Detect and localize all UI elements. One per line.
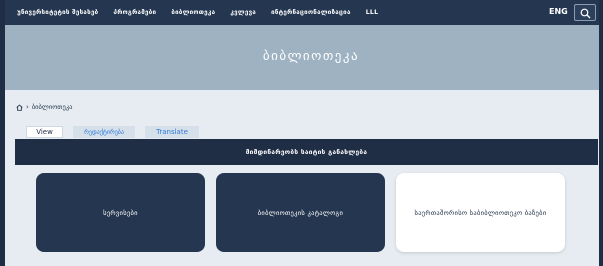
top-navigation: უნივერსიტეტის შესახებ პროგრამები ბიბლიოთ… bbox=[5, 0, 599, 25]
card-label: ბიბლიოთეკის კატალოგი bbox=[257, 208, 344, 217]
search-icon bbox=[580, 8, 591, 19]
admin-tabs: View რედაქტირება Translate bbox=[26, 126, 199, 138]
card-label: სერვისები bbox=[103, 208, 138, 217]
breadcrumb-current: ბიბლიოთეკა bbox=[31, 103, 73, 111]
tab-view[interactable]: View bbox=[26, 126, 63, 138]
card-international-databases[interactable]: საერთაშორისო საბიბლიოთეკო ბაზები bbox=[396, 173, 565, 252]
nav-item-library[interactable]: ბიბლიოთეკა bbox=[171, 9, 215, 16]
breadcrumb: › ბიბლიოთეკა bbox=[16, 103, 72, 111]
nav-item-about[interactable]: უნივერსიტეტის შესახებ bbox=[17, 9, 98, 16]
nav-item-internationalization[interactable]: ინტერნაციონალიზაცია bbox=[271, 9, 351, 16]
search-button[interactable] bbox=[574, 4, 596, 21]
language-switch[interactable]: ENG bbox=[549, 7, 568, 16]
nav-menu: უნივერსიტეტის შესახებ პროგრამები ბიბლიოთ… bbox=[5, 9, 393, 16]
tab-translate[interactable]: Translate bbox=[145, 126, 199, 138]
page-title: ბიბლიოთეკა bbox=[262, 49, 360, 64]
nav-item-lll[interactable]: LLL bbox=[366, 9, 379, 16]
card-library-catalog[interactable]: ბიბლიოთეკის კატალოგი bbox=[216, 173, 385, 252]
tab-edit[interactable]: რედაქტირება bbox=[73, 126, 135, 138]
page: უნივერსიტეტის შესახებ პროგრამები ბიბლიოთ… bbox=[5, 0, 599, 266]
home-icon[interactable] bbox=[16, 103, 23, 111]
maintenance-banner: მიმდინარეობს საიტის განახლება bbox=[15, 139, 598, 165]
nav-item-programs[interactable]: პროგრამები bbox=[113, 9, 156, 16]
breadcrumb-separator: › bbox=[26, 103, 29, 111]
banner-text: მიმდინარეობს საიტის განახლება bbox=[245, 148, 368, 156]
card-services[interactable]: სერვისები bbox=[36, 173, 205, 252]
card-label: საერთაშორისო საბიბლიოთეკო ბაზები bbox=[414, 208, 547, 217]
nav-item-research[interactable]: კვლევა bbox=[230, 9, 256, 16]
page-header: ბიბლიოთეკა bbox=[5, 25, 599, 90]
